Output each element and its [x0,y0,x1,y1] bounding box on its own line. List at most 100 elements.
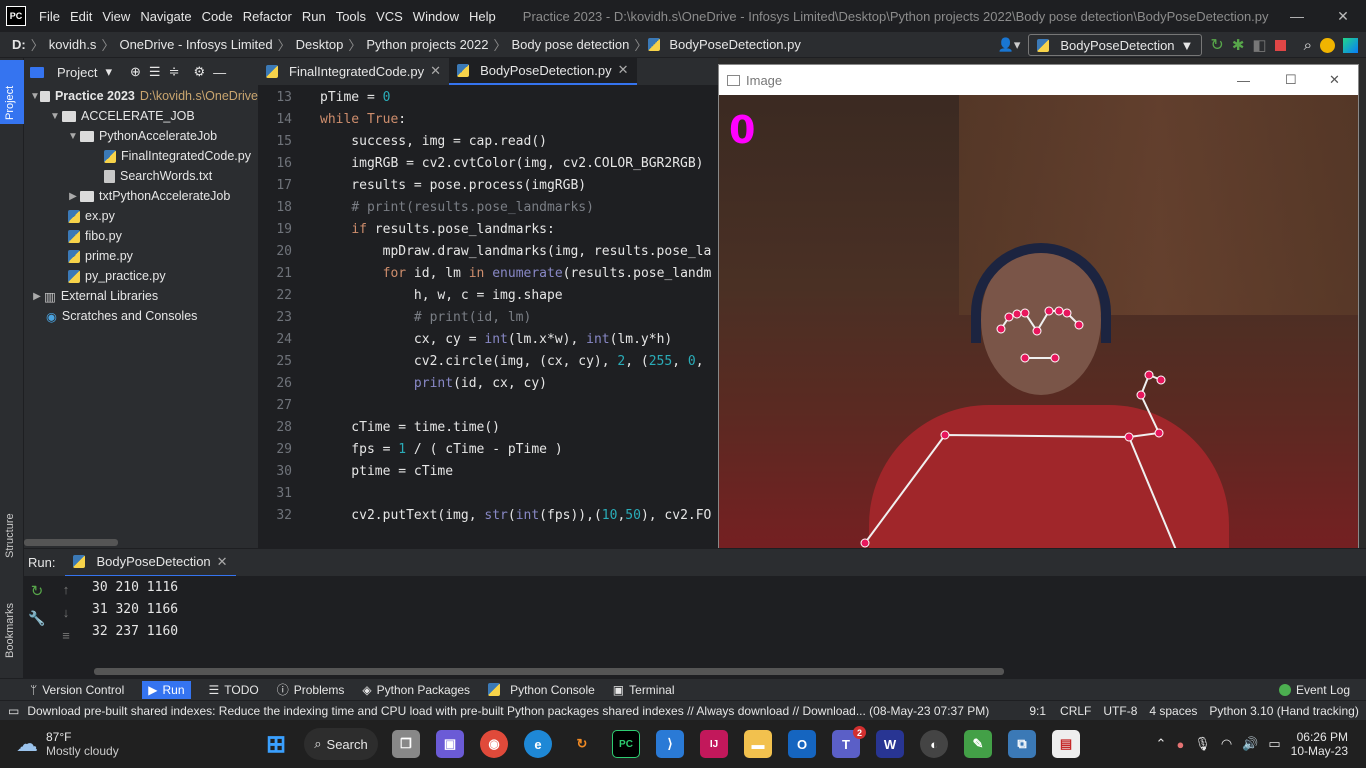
tab-event-log[interactable]: Event Log [1278,683,1350,697]
intellij-icon[interactable]: IJ [700,730,728,758]
tree-item-prime[interactable]: prime.py [24,246,258,266]
locate-icon[interactable]: ⊕ [130,64,141,80]
indent-setting[interactable]: 4 spaces [1149,704,1197,718]
network-status-icon[interactable]: ● [1176,737,1184,752]
tree-item-search-words[interactable]: SearchWords.txt [24,166,258,186]
menu-view[interactable]: View [97,9,135,24]
outlook-icon[interactable]: O [788,730,816,758]
vscode-icon[interactable]: ⟩ [656,730,684,758]
tree-item-txt-python-accelerate-job[interactable]: ▶ txtPythonAccelerateJob [24,186,258,206]
search-icon[interactable]: ⌕ [1304,37,1312,54]
menu-refactor[interactable]: Refactor [238,9,297,24]
status-message[interactable]: Download pre-built shared indexes: Reduc… [27,704,1017,718]
tree-item-accelerate-job[interactable]: ▼ ACCELERATE_JOB [24,106,258,126]
close-icon[interactable]: ✕ [430,63,441,79]
collapse-all-icon[interactable]: ≑ [169,64,180,80]
battery-icon[interactable]: ▭ [1268,736,1280,752]
interpreter[interactable]: Python 3.10 (Hand tracking) [1209,704,1358,718]
tree-item-external-libraries[interactable]: ▶ ▥ External Libraries [24,286,258,306]
menu-navigate[interactable]: Navigate [135,9,196,24]
chevron-down-icon[interactable]: ▾ [105,64,112,80]
breadcrumb-desktop[interactable]: Desktop [292,37,348,52]
update-icon[interactable] [1320,37,1335,53]
weather-widget[interactable]: ☁ 87°F Mostly cloudy [0,730,250,758]
arrow-down-icon[interactable]: ↓ [63,605,70,620]
run-tab-body-pose[interactable]: BodyPoseDetection ✕ [65,549,236,577]
stop-icon[interactable] [1274,39,1286,51]
menu-tools[interactable]: Tools [331,9,371,24]
close-button[interactable]: ✕ [1329,72,1340,88]
task-view-icon[interactable]: ❐ [392,730,420,758]
volume-icon[interactable]: 🔊 [1242,736,1258,752]
tree-item-scratches[interactable]: ◉ Scratches and Consoles [24,306,258,326]
tab-python-console[interactable]: Python Console [488,683,595,697]
file-encoding[interactable]: UTF-8 [1103,704,1137,718]
tree-item-ex[interactable]: ex.py [24,206,258,226]
menu-edit[interactable]: Edit [65,9,97,24]
breadcrumb-file[interactable]: BodyPoseDetection.py [665,37,805,52]
hide-icon[interactable]: — [213,65,226,80]
rerun-icon[interactable]: ↻ [1210,35,1223,55]
user-icon[interactable]: 👤▾ [998,37,1021,53]
tree-item-python-accelerate-job[interactable]: ▼ PythonAccelerateJob [24,126,258,146]
code-area[interactable]: 13 pTime = 0 14 while True: 15 success, img … [258,86,718,526]
mic-muted-icon[interactable]: 🎙 [1194,736,1211,752]
chrome-icon[interactable]: ◉ [480,730,508,758]
menu-run[interactable]: Run [297,9,331,24]
tree-item-fibo[interactable]: fibo.py [24,226,258,246]
breadcrumb-user[interactable]: kovidh.s [45,37,101,52]
sync-icon[interactable]: ↻ [568,730,596,758]
menu-file[interactable]: File [34,9,65,24]
structure-tab[interactable]: Structure [4,513,16,558]
wifi-icon[interactable]: ◠ [1221,736,1232,752]
jetbrains-icon[interactable] [1343,37,1358,53]
console-output[interactable]: 30 210 1116 31 320 1166 32 237 1160 [92,576,178,642]
eclipse-icon[interactable]: ◐ [920,730,948,758]
menu-code[interactable]: Code [197,9,238,24]
close-icon[interactable]: ✕ [618,62,629,78]
taskbar-search-button[interactable]: ⌕ Search [304,728,378,760]
debug-icon[interactable]: ✱ [1232,36,1245,54]
menu-window[interactable]: Window [408,9,464,24]
edge-icon[interactable]: e [524,730,552,758]
tab-final-integrated-code[interactable]: FinalIntegratedCode.py ✕ [258,57,449,85]
close-button[interactable]: ✕ [1320,0,1366,32]
breadcrumb-folder[interactable]: Body pose detection [508,37,634,52]
arrow-up-icon[interactable]: ↑ [63,582,70,597]
maximize-button[interactable]: ☐ [1285,72,1297,88]
horizontal-scrollbar[interactable] [24,539,118,546]
expand-all-icon[interactable]: ☰ [149,64,161,80]
tab-run[interactable]: ▶ Run [142,680,191,699]
python-icon[interactable]: ⧉ [1008,730,1036,758]
tab-version-control[interactable]: ᛘ Version Control [30,683,124,697]
tab-problems[interactable]: ⓘ Problems [277,681,345,698]
gear-icon[interactable]: ⚙ [193,64,205,80]
tab-todo[interactable]: ☰ TODO [209,683,259,697]
opencv-window-icon[interactable]: ▤ [1052,730,1080,758]
project-header-label[interactable]: Project [57,65,97,80]
close-icon[interactable]: ✕ [217,554,228,570]
cursor-position[interactable]: 9:1 [1029,704,1046,718]
horizontal-scrollbar[interactable] [94,668,1004,675]
coverage-icon[interactable]: ◧ [1252,36,1266,54]
breadcrumb-projects[interactable]: Python projects 2022 [362,37,492,52]
file-explorer-icon[interactable]: ▬ [744,730,772,758]
minimize-button[interactable]: — [1237,73,1250,88]
panel-toggle-icon[interactable]: ▭ [8,704,19,718]
pycharm-icon[interactable]: PC [612,730,640,758]
bookmarks-tab[interactable]: Bookmarks [4,603,16,658]
tab-body-pose-detection[interactable]: BodyPoseDetection.py ✕ [449,57,637,85]
tree-item-final-integrated-code[interactable]: FinalIntegratedCode.py [24,146,258,166]
menu-vcs[interactable]: VCS [371,9,408,24]
menu-help[interactable]: Help [464,9,501,24]
tree-item-py-practice[interactable]: py_practice.py [24,266,258,286]
line-separator[interactable]: CRLF [1060,704,1091,718]
windows-start-icon[interactable]: ⊞ [262,730,290,758]
breadcrumb-onedrive[interactable]: OneDrive - Infosys Limited [115,37,276,52]
soft-wrap-icon[interactable]: ≡ [62,628,70,643]
chevron-up-icon[interactable]: ⌃ [1156,736,1167,752]
tree-item-root[interactable]: ▼ Practice 2023 D:\kovidh.s\OneDrive [24,86,258,106]
run-config-select[interactable]: BodyPoseDetection ▼ [1028,34,1203,56]
tab-python-packages[interactable]: ◈ Python Packages [362,683,470,697]
rerun-icon[interactable]: ↻ [31,582,44,600]
